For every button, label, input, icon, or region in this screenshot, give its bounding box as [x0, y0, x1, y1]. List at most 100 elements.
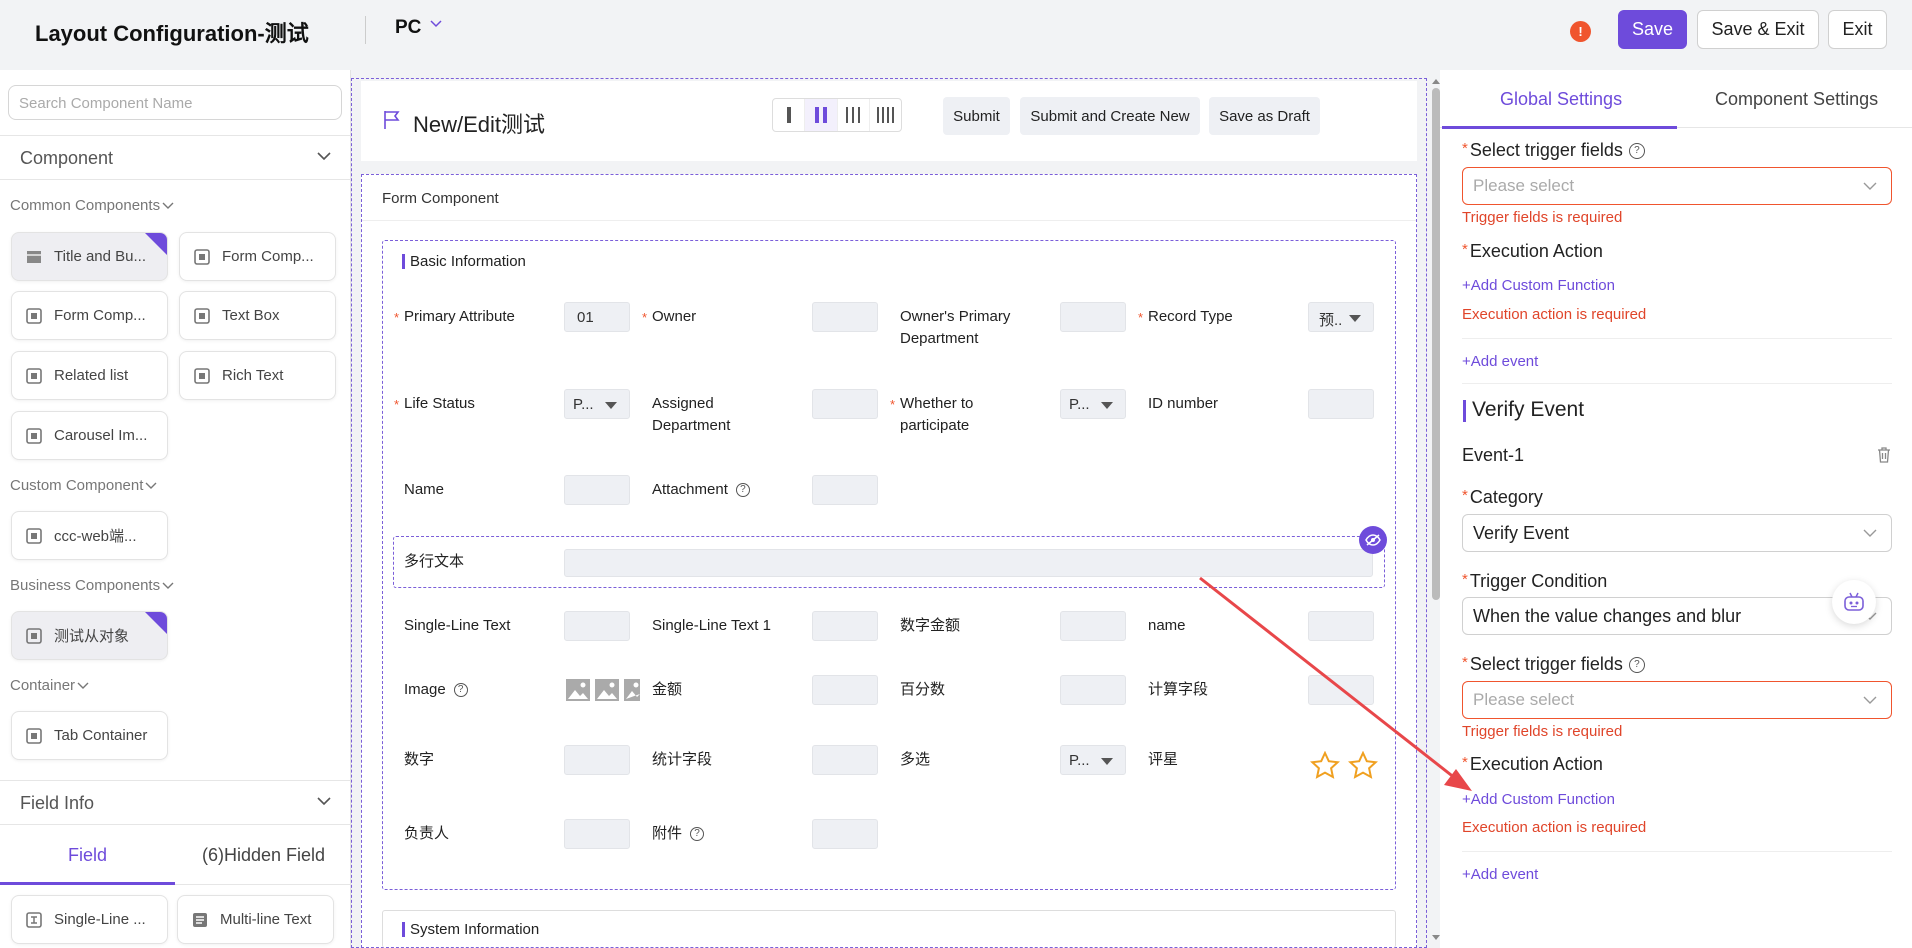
- primary-attribute-input[interactable]: 01: [564, 302, 630, 332]
- single-line-text-1-input[interactable]: [812, 611, 878, 641]
- group-business-components[interactable]: Business Components: [10, 577, 174, 594]
- tab-field[interactable]: Field: [68, 845, 107, 866]
- trigger-condition-select[interactable]: When the value changes and blur: [1462, 597, 1892, 635]
- calculated-field-input[interactable]: [1308, 675, 1374, 705]
- number-input[interactable]: [564, 745, 630, 775]
- save-as-draft-button[interactable]: Save as Draft: [1209, 97, 1320, 135]
- column-layout-switch[interactable]: [772, 98, 902, 132]
- component-card-carousel-image[interactable]: Carousel Im...: [11, 411, 168, 460]
- tab-global-settings[interactable]: Global Settings: [1500, 89, 1622, 110]
- help-icon[interactable]: ?: [1628, 143, 1645, 160]
- trigger-fields-select-2[interactable]: Please select: [1462, 681, 1892, 719]
- attachment-input[interactable]: [812, 475, 878, 505]
- three-column-option[interactable]: [838, 99, 870, 131]
- group-custom-component[interactable]: Custom Component: [10, 477, 157, 494]
- label-multi-line-text: 多行文本: [404, 553, 465, 570]
- canvas-scrollbar[interactable]: [1432, 88, 1440, 600]
- id-number-input[interactable]: [1308, 389, 1374, 419]
- component-icon: [194, 248, 210, 265]
- field-card-single-line[interactable]: Single-Line ...: [11, 895, 168, 944]
- submit-button[interactable]: Submit: [943, 97, 1010, 135]
- four-column-option[interactable]: [870, 99, 901, 131]
- owners-primary-department-input[interactable]: [1060, 302, 1126, 332]
- section-accent-bar: [402, 254, 405, 269]
- owner-cn-input[interactable]: [564, 819, 630, 849]
- assistant-bot-icon[interactable]: [1832, 580, 1876, 624]
- device-selector[interactable]: PC: [395, 17, 421, 39]
- tab-component-settings[interactable]: Component Settings: [1715, 89, 1878, 110]
- star-icon[interactable]: [1348, 751, 1378, 780]
- record-type-select[interactable]: 预..: [1308, 302, 1374, 332]
- component-card-title-and-buttons[interactable]: Title and Bu...: [11, 232, 168, 281]
- chevron-down-icon[interactable]: [430, 20, 442, 28]
- one-column-option[interactable]: [773, 99, 806, 131]
- warning-icon[interactable]: !: [1570, 21, 1591, 42]
- component-icon: [26, 727, 42, 744]
- label-assigned-department: Assigned Department: [652, 395, 731, 434]
- field-info-section-header[interactable]: Field Info: [0, 780, 351, 825]
- save-and-exit-button[interactable]: Save & Exit: [1697, 10, 1819, 49]
- trash-icon[interactable]: [1876, 446, 1892, 464]
- help-icon[interactable]: ?: [1628, 657, 1645, 674]
- component-card-form-component-2[interactable]: Form Comp...: [11, 291, 168, 340]
- digital-amount-input[interactable]: [1060, 611, 1126, 641]
- component-card-form-component[interactable]: Form Comp...: [179, 232, 336, 281]
- help-icon[interactable]: ?: [735, 483, 750, 498]
- section-accent-bar: [1463, 400, 1466, 422]
- selected-corner-badge: [145, 612, 167, 634]
- hide-eye-icon[interactable]: [1359, 526, 1387, 554]
- component-card-rich-text[interactable]: Rich Text: [179, 351, 336, 400]
- add-custom-function-link-2[interactable]: +Add Custom Function: [1462, 791, 1615, 808]
- assigned-department-input[interactable]: [812, 389, 878, 419]
- component-section-header[interactable]: Component: [0, 135, 351, 180]
- field-info-label: Field Info: [20, 793, 95, 813]
- amount-input[interactable]: [812, 675, 878, 705]
- trigger-fields-select[interactable]: Please select: [1462, 167, 1892, 205]
- caret-down-icon: [1101, 758, 1113, 765]
- group-container[interactable]: Container: [10, 677, 89, 694]
- scroll-down-icon[interactable]: [1432, 935, 1440, 941]
- component-card-sub-object[interactable]: 测试从对象: [11, 611, 168, 660]
- component-card-ccc-web[interactable]: ccc-web端...: [11, 511, 168, 560]
- life-status-select[interactable]: P...: [564, 389, 630, 419]
- statistic-field-input[interactable]: [812, 745, 878, 775]
- two-column-option[interactable]: [805, 99, 838, 131]
- attachment-cn-input[interactable]: [812, 819, 878, 849]
- group-common-components[interactable]: Common Components: [10, 197, 174, 214]
- image-placeholder-icon[interactable]: [566, 678, 640, 702]
- label-attachment-cn: 附件?: [652, 823, 705, 845]
- component-card-tab-container[interactable]: Tab Container: [11, 711, 168, 760]
- name-lower-input[interactable]: [1308, 611, 1374, 641]
- field-card-multi-line[interactable]: Multi-line Text: [177, 895, 334, 944]
- save-button[interactable]: Save: [1618, 10, 1687, 49]
- percentage-input[interactable]: [1060, 675, 1126, 705]
- component-card-related-list[interactable]: Related list: [11, 351, 168, 400]
- multi-line-text-input[interactable]: [564, 549, 1373, 577]
- submit-and-create-new-button[interactable]: Submit and Create New: [1020, 97, 1200, 135]
- help-icon[interactable]: ?: [453, 683, 468, 698]
- add-event-link-2[interactable]: +Add event: [1462, 866, 1538, 883]
- active-tab-indicator: [0, 882, 175, 885]
- label-single-line-text: Single-Line Text: [404, 617, 511, 634]
- add-event-link[interactable]: +Add event: [1462, 353, 1538, 370]
- label-name: Name: [404, 481, 445, 498]
- search-input[interactable]: Search Component Name: [8, 85, 342, 120]
- multi-select-dropdown[interactable]: P...: [1060, 745, 1126, 775]
- single-line-text-input[interactable]: [564, 611, 630, 641]
- component-card-text-box[interactable]: Text Box: [179, 291, 336, 340]
- exit-button[interactable]: Exit: [1828, 10, 1887, 49]
- participate-select[interactable]: P...: [1060, 389, 1126, 419]
- star-icon[interactable]: [1310, 751, 1340, 780]
- help-icon[interactable]: ?: [690, 827, 705, 842]
- owner-input[interactable]: [812, 302, 878, 332]
- label-digital-amount: 数字金额: [900, 617, 961, 634]
- chevron-down-icon: [1863, 182, 1877, 190]
- name-input[interactable]: [564, 475, 630, 505]
- tab-hidden-field[interactable]: (6)Hidden Field: [202, 845, 325, 866]
- add-custom-function-link[interactable]: +Add Custom Function: [1462, 277, 1615, 294]
- basic-information-title: Basic Information: [410, 253, 526, 270]
- scroll-up-icon[interactable]: [1432, 78, 1440, 84]
- section-accent-bar: [402, 922, 405, 937]
- trigger-fields-error-2: Trigger fields is required: [1462, 723, 1623, 740]
- category-select[interactable]: Verify Event: [1462, 514, 1892, 552]
